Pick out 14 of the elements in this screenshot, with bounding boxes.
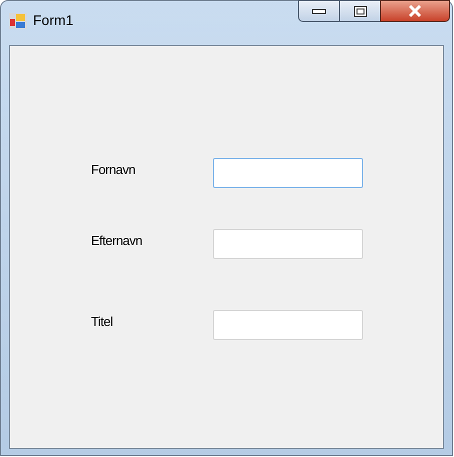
close-icon: [408, 5, 422, 17]
app-icon: [9, 12, 27, 28]
minimize-button[interactable]: [298, 0, 340, 22]
minimize-icon: [312, 8, 326, 14]
field-label: Titel: [91, 313, 114, 332]
text-field[interactable]: [213, 310, 363, 340]
text-field[interactable]: [213, 229, 363, 259]
close-button[interactable]: [380, 0, 450, 22]
maximize-icon: [354, 6, 366, 16]
field-label: Efternavn: [91, 232, 144, 250]
window-title: Form1: [33, 11, 74, 30]
field-label: Fornavn: [91, 161, 136, 180]
text-field[interactable]: [213, 158, 363, 188]
maximize-button[interactable]: [340, 0, 380, 22]
